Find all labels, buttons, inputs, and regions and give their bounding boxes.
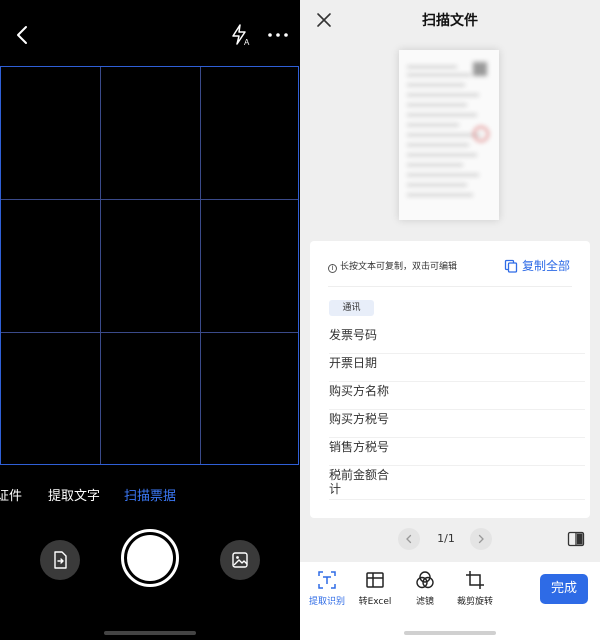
field-seller-tax-id[interactable]: 销售方税号	[329, 440, 585, 466]
mode-extract-text[interactable]: 提取文字	[48, 485, 100, 504]
bottom-toolbar: 提取识别 转Excel 滤镜 裁剪旋转 完成	[300, 562, 600, 640]
grid-line	[1, 199, 298, 200]
back-icon[interactable]	[12, 22, 34, 48]
home-indicator	[404, 631, 496, 635]
tool-to-excel[interactable]: 转Excel	[350, 570, 400, 607]
page-title: 扫描文件	[422, 13, 478, 29]
camera-viewfinder[interactable]	[0, 66, 299, 465]
camera-screen: A 证件 提取文字 扫描票据	[0, 0, 300, 640]
home-indicator	[104, 631, 196, 635]
field-buyer-name[interactable]: 购买方名称	[329, 384, 585, 410]
import-file-button[interactable]	[40, 540, 80, 580]
info-icon: i	[328, 264, 337, 273]
shutter-button[interactable]	[121, 529, 179, 587]
filter-icon	[416, 571, 434, 589]
mode-selector: 证件 提取文字 扫描票据	[0, 485, 300, 505]
grid-line	[100, 67, 101, 464]
compare-view-icon[interactable]	[567, 531, 585, 547]
tool-filter[interactable]: 滤镜	[400, 570, 450, 607]
import-file-icon	[54, 551, 67, 569]
recognition-result-card: i 长按文本可复制，双击可编辑 复制全部 通讯 发票号码 开票日期 购买方名称 购…	[310, 241, 590, 518]
scan-result-screen: 扫描文件 i 长按文本可复制，双击可编辑 复制全部 通讯 发票号码 开票日期 购…	[300, 0, 600, 640]
gallery-button[interactable]	[220, 540, 260, 580]
divider	[328, 286, 572, 287]
done-button[interactable]: 完成	[540, 574, 588, 604]
gallery-icon	[232, 552, 248, 568]
field-pretax-total[interactable]: 税前金额合计	[329, 468, 585, 500]
svg-text:A: A	[244, 38, 250, 46]
crop-rotate-icon	[466, 571, 484, 589]
chevron-right-icon	[478, 534, 484, 544]
copy-all-label: 复制全部	[522, 259, 571, 273]
text-recognize-icon	[318, 571, 336, 589]
tool-extract-recognize[interactable]: 提取识别	[302, 570, 352, 607]
document-thumbnail[interactable]	[399, 50, 499, 220]
field-buyer-tax-id[interactable]: 购买方税号	[329, 412, 585, 438]
mode-certificate[interactable]: 证件	[0, 485, 22, 504]
shutter-icon	[127, 535, 173, 581]
category-tag: 通讯	[329, 300, 374, 316]
more-dots-icon[interactable]	[266, 24, 290, 46]
page-navigator: 1/1	[300, 528, 600, 552]
blurred-document-content	[407, 60, 491, 210]
flash-auto-icon[interactable]: A	[230, 24, 252, 47]
previous-page-button[interactable]	[398, 528, 420, 550]
tool-crop-rotate[interactable]: 裁剪旋转	[450, 570, 500, 607]
hint-text: i 长按文本可复制，双击可编辑	[328, 259, 457, 273]
next-page-button[interactable]	[470, 528, 492, 550]
chevron-left-icon	[406, 534, 412, 544]
grid-line	[200, 67, 201, 464]
page-indicator: 1/1	[437, 532, 455, 545]
grid-line	[1, 332, 298, 333]
copy-icon	[504, 259, 518, 273]
mode-scan-receipt[interactable]: 扫描票据	[124, 485, 176, 504]
field-issue-date[interactable]: 开票日期	[329, 356, 585, 382]
field-invoice-number[interactable]: 发票号码	[329, 328, 585, 354]
copy-all-button[interactable]: 复制全部	[504, 257, 570, 274]
excel-convert-icon	[366, 572, 384, 588]
